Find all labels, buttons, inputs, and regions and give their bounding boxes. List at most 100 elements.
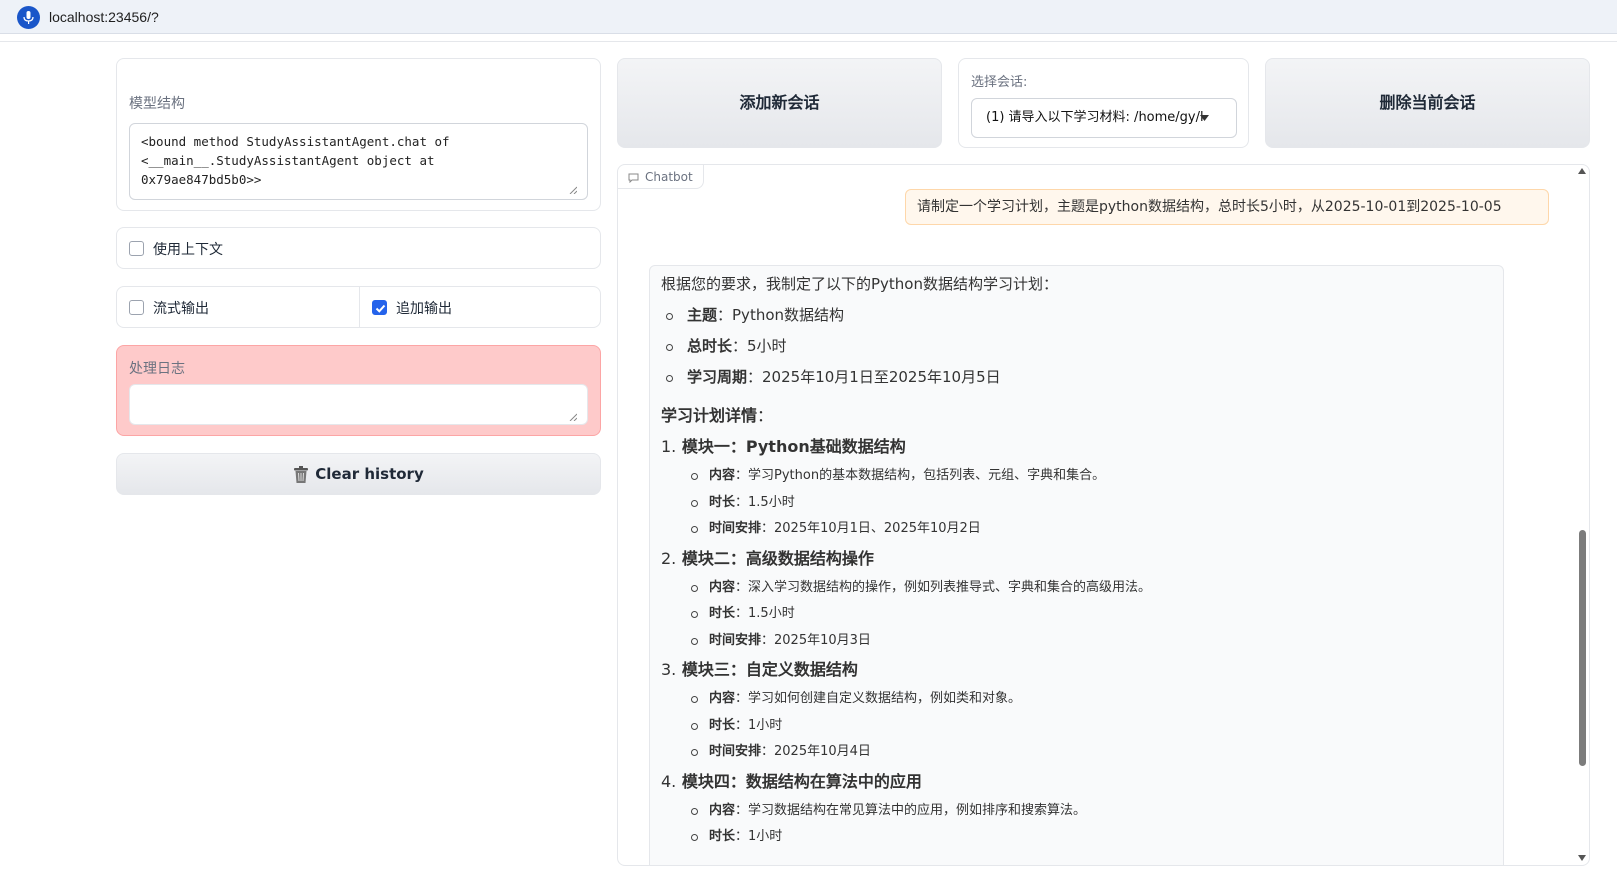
process-log-label: 处理日志	[129, 361, 185, 377]
summary-value: ：Python数据结构	[717, 306, 845, 324]
detail-key: 时间安排	[709, 744, 762, 759]
module-number: 3.	[661, 660, 677, 679]
detail-value: ：1小时	[735, 829, 783, 844]
detail-key: 时长	[709, 829, 736, 844]
detail-item: 内容：学习如何创建自定义数据结构，例如类和对象。	[691, 686, 1492, 713]
scroll-down-arrow-icon[interactable]	[1578, 855, 1586, 861]
module-heading: 4. 模块四：数据结构在算法中的应用	[661, 766, 1492, 798]
chevron-down-icon[interactable]	[1200, 115, 1209, 121]
detail-key: 时间安排	[709, 632, 762, 648]
summary-item: 主题：Python数据结构	[665, 300, 1492, 331]
detail-item: 内容：学习Python的基本数据结构，包括列表、元组、字典和集合。	[691, 463, 1492, 490]
detail-key: 时长	[709, 717, 736, 733]
detail-item: 时间安排：2025年10月4日	[691, 739, 1492, 766]
detail-key: 内容	[709, 468, 736, 483]
detail-item: 内容：深入学习数据结构的操作，例如列表推导式、字典和集合的高级用法。	[691, 575, 1492, 602]
model-structure-panel: 模型结构 <bound method StudyAssistantAgent.c…	[116, 58, 601, 211]
chatbot-tag-label: Chatbot	[645, 170, 693, 184]
detail-item: 时间安排：2025年10月3日	[691, 628, 1492, 655]
bot-intro: 根据您的要求，我制定了以下的Python数据结构学习计划：	[661, 275, 1058, 293]
bot-message[interactable]: 根据您的要求，我制定了以下的Python数据结构学习计划： 主题：Python数…	[649, 265, 1504, 865]
clear-history-button[interactable]: Clear history	[116, 453, 601, 495]
summary-item: 总时长：5小时	[665, 331, 1492, 362]
detail-value: ：学习如何创建自定义数据结构，例如类和对象。	[735, 691, 1022, 706]
module-number: 2.	[661, 548, 677, 568]
use-context-label: 使用上下文	[153, 242, 223, 258]
divider	[0, 41, 1617, 42]
detail-value: ：2025年10月1日、2025年10月2日	[761, 521, 981, 536]
detail-value: ：学习Python的基本数据结构，包括列表、元组、字典和集合。	[735, 468, 1106, 483]
detail-key: 时间安排	[709, 521, 762, 536]
use-context-panel: 使用上下文	[116, 227, 601, 269]
detail-key: 内容	[709, 802, 736, 818]
detail-key: 内容	[709, 691, 736, 706]
stream-output-label: 流式输出	[153, 301, 209, 317]
add-session-button[interactable]: 添加新会话	[617, 58, 942, 148]
append-output-checkbox[interactable]	[372, 300, 387, 315]
summary-value: ：2025年10月1日至2025年10月5日	[747, 368, 1001, 386]
module-details: 内容：深入学习数据结构的操作，例如列表推导式、字典和集合的高级用法。 时长：1.…	[691, 575, 1492, 655]
detail-key: 内容	[709, 579, 736, 595]
detail-item: 时长：1.5小时	[691, 490, 1492, 517]
append-output-label: 追加输出	[396, 301, 452, 317]
microphone-icon[interactable]	[17, 6, 40, 29]
summary-key: 主题	[687, 306, 718, 324]
detail-value: ：2025年10月3日	[761, 632, 871, 648]
session-select-label: 选择会话:	[971, 75, 1028, 90]
summary-key: 总时长	[687, 337, 733, 355]
detail-item: 时长：1小时	[691, 824, 1492, 851]
plan-heading: 学习计划详情：	[661, 401, 1492, 431]
module-title: 模块一：Python基础数据结构	[681, 437, 906, 456]
trash-icon	[294, 465, 309, 483]
module-number: 4.	[661, 771, 677, 791]
delete-session-button[interactable]: 删除当前会话	[1265, 58, 1590, 148]
detail-value: ：2025年10月4日	[761, 744, 871, 759]
detail-item: 时间安排：2025年10月1日、2025年10月2日	[691, 516, 1492, 543]
module-title: 模块二：高级数据结构操作	[681, 548, 874, 568]
module-heading: 2. 模块二：高级数据结构操作	[661, 543, 1492, 575]
module-heading: 3. 模块三：自定义数据结构	[661, 654, 1492, 686]
model-structure-textarea[interactable]: <bound method StudyAssistantAgent.chat o…	[129, 123, 588, 200]
module-heading: 1. 模块一：Python基础数据结构	[661, 431, 1492, 463]
module-number: 1.	[661, 437, 677, 456]
url-text[interactable]: localhost:23456/?	[49, 9, 159, 25]
process-log-textarea[interactable]	[129, 384, 588, 425]
session-dropdown[interactable]: (1) 请导入以下学习材料: /home/gy/l	[971, 98, 1237, 138]
stream-output-checkbox[interactable]	[129, 300, 144, 315]
resize-handle-icon[interactable]	[569, 186, 577, 194]
detail-item: 内容：学习数据结构在常见算法中的应用，例如排序和搜索算法。	[691, 798, 1492, 825]
resize-handle-icon[interactable]	[569, 413, 577, 421]
detail-value: ：1小时	[735, 717, 783, 733]
output-options-panel: 流式输出 追加输出	[116, 286, 601, 328]
divider	[359, 287, 360, 327]
use-context-checkbox[interactable]	[129, 241, 144, 256]
summary-item: 学习周期：2025年10月1日至2025年10月5日	[665, 362, 1492, 393]
detail-key: 时长	[709, 494, 736, 510]
detail-item: 时长：1.5小时	[691, 601, 1492, 628]
process-log-panel: 处理日志	[116, 345, 601, 436]
chat-icon	[628, 173, 639, 183]
scroll-up-arrow-icon[interactable]	[1578, 168, 1586, 174]
model-structure-label: 模型结构	[129, 96, 185, 112]
detail-value: ：1.5小时	[735, 494, 795, 510]
chatbot-panel: Chatbot 请制定一个学习计划，主题是python数据结构，总时长5小时，从…	[617, 164, 1590, 866]
session-select-panel: 选择会话: (1) 请导入以下学习材料: /home/gy/l	[958, 58, 1249, 148]
module-details: 内容：学习数据结构在常见算法中的应用，例如排序和搜索算法。 时长：1小时	[691, 798, 1492, 851]
plan-heading-text: 学习计划详情	[661, 406, 758, 425]
check-icon	[375, 304, 386, 313]
clear-history-label: Clear history	[315, 465, 424, 483]
module-details: 内容：学习Python的基本数据结构，包括列表、元组、字典和集合。 时长：1.5…	[691, 463, 1492, 543]
detail-item: 时长：1小时	[691, 713, 1492, 740]
user-message[interactable]: 请制定一个学习计划，主题是python数据结构，总时长5小时，从2025-10-…	[905, 189, 1549, 225]
address-bar: localhost:23456/?	[0, 0, 1617, 34]
summary-key: 学习周期	[687, 368, 748, 386]
detail-key: 时长	[709, 606, 736, 621]
summary-value: ：5小时	[732, 337, 787, 355]
detail-value: ：1.5小时	[735, 606, 795, 621]
scrollbar-thumb[interactable]	[1579, 530, 1586, 766]
module-details: 内容：学习如何创建自定义数据结构，例如类和对象。 时长：1小时 时间安排：202…	[691, 686, 1492, 766]
summary-list: 主题：Python数据结构 总时长：5小时 学习周期：2025年10月1日至20…	[665, 300, 1492, 393]
chatbot-tag: Chatbot	[618, 165, 704, 189]
module-title: 模块四：数据结构在算法中的应用	[681, 771, 922, 791]
detail-value: ：学习数据结构在常见算法中的应用，例如排序和搜索算法。	[735, 802, 1087, 818]
